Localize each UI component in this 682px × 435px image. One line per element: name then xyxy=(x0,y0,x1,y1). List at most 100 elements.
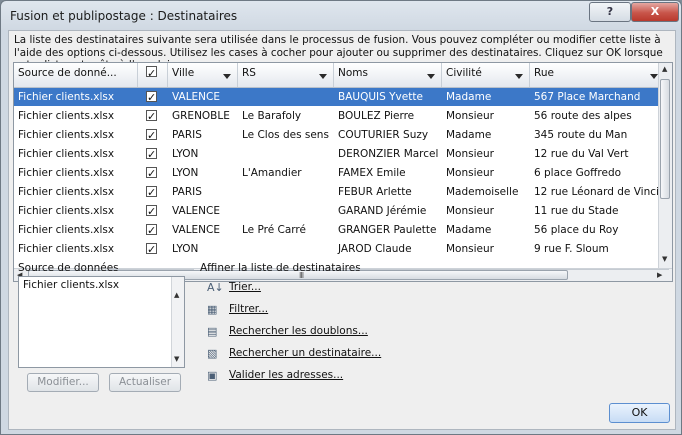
include-checkbox[interactable] xyxy=(146,127,157,144)
cell-rue: 6 place Goffredo xyxy=(534,167,622,179)
cell-ville: VALENCE xyxy=(172,91,220,103)
list-scrollbar[interactable]: ▲ ▼ xyxy=(171,277,184,367)
cell-civilite: Monsieur xyxy=(446,148,494,160)
cell-source: Fichier clients.xlsx xyxy=(18,186,115,198)
cell-source: Fichier clients.xlsx xyxy=(18,110,115,122)
cell-check xyxy=(138,183,168,201)
cell-civilite: Monsieur xyxy=(446,167,494,179)
cell-civilite: Mademoiselle xyxy=(446,186,519,198)
table-row[interactable]: Fichier clients.xlsx GRENOBLE Le Barafoly B… xyxy=(14,107,672,125)
cell-noms: BAUQUIS Yvette xyxy=(338,91,423,103)
filter-link[interactable]: Filtrer... xyxy=(229,303,268,315)
cell-rs xyxy=(238,145,334,163)
column-header-rue[interactable]: Rue xyxy=(530,63,665,87)
cell-ville: LYON xyxy=(172,148,199,160)
title-bar: Fusion et publipostage : Destinataires ?… xyxy=(1,1,681,29)
refine-section-label: Affiner la liste de destinataires xyxy=(200,262,361,274)
select-all-checkbox[interactable] xyxy=(146,64,157,84)
source-section-label: Source de données xyxy=(18,262,119,274)
column-header-noms[interactable]: Noms xyxy=(334,63,442,87)
cell-rue: 11 rue du Stade xyxy=(534,205,619,217)
include-checkbox[interactable] xyxy=(146,241,157,258)
table-row[interactable]: Fichier clients.xlsx PARIS FEBUR Arlette Ma… xyxy=(14,183,672,201)
scroll-down-icon[interactable]: ▼ xyxy=(662,255,667,263)
cell-rue: 56 place du Roy xyxy=(534,224,619,236)
recipients-table[interactable]: Source de donné... Ville RS Noms Civilit… xyxy=(13,62,673,282)
cell-rue: 345 route du Man xyxy=(534,129,628,141)
cell-civilite: Madame xyxy=(446,129,492,141)
validate-address-icon: ▣ xyxy=(207,369,218,382)
table-row[interactable]: Fichier clients.xlsx PARIS Le Clos des sen… xyxy=(14,126,672,144)
column-header-check[interactable] xyxy=(138,63,168,87)
cell-source: Fichier clients.xlsx xyxy=(18,167,115,179)
cell-ville: GRENOBLE xyxy=(172,110,230,122)
table-header: Source de donné... Ville RS Noms Civilit… xyxy=(14,63,672,88)
column-header-ville[interactable]: Ville xyxy=(168,63,238,87)
data-source-list[interactable]: Fichier clients.xlsx ▲ ▼ xyxy=(18,276,185,368)
cell-rue: 9 rue F. Sloum xyxy=(534,243,609,255)
column-header-rs[interactable]: RS xyxy=(238,63,334,87)
cell-civilite: Monsieur xyxy=(446,205,494,217)
help-button[interactable]: ? xyxy=(589,2,631,22)
cell-rs: Le Pré Carré xyxy=(242,224,306,236)
table-row[interactable]: Fichier clients.xlsx VALENCE Le Pré Carré G… xyxy=(14,221,672,239)
cell-noms: GARAND Jérémie xyxy=(338,205,427,217)
column-header-civilite[interactable]: Civilité xyxy=(442,63,530,87)
cell-ville: VALENCE xyxy=(172,224,220,236)
cell-rue: 567 Place Marchand xyxy=(534,91,641,103)
scroll-up-icon[interactable]: ▲ xyxy=(662,65,667,73)
duplicates-icon: ▤ xyxy=(207,325,218,338)
find-recipient-icon: ▧ xyxy=(207,347,218,360)
table-row[interactable]: Fichier clients.xlsx VALENCE GARAND Jérémi… xyxy=(14,202,672,220)
cell-check xyxy=(138,88,168,106)
validate-addresses-link[interactable]: Valider les adresses... xyxy=(229,369,343,381)
divider xyxy=(109,269,194,270)
find-recipient-link[interactable]: Rechercher un destinataire... xyxy=(229,347,381,359)
cell-source: Fichier clients.xlsx xyxy=(18,148,115,160)
scroll-right-icon[interactable]: ▶ xyxy=(657,271,662,279)
table-row[interactable]: Fichier clients.xlsx LYON L'Amandier FAMEX … xyxy=(14,164,672,182)
scroll-down-icon[interactable]: ▼ xyxy=(174,355,179,363)
list-item[interactable]: Fichier clients.xlsx xyxy=(19,277,184,293)
include-checkbox[interactable] xyxy=(146,146,157,163)
table-row[interactable]: Fichier clients.xlsx VALENCE BAUQUIS Yvett… xyxy=(14,88,672,106)
dropdown-arrow-icon[interactable] xyxy=(650,74,658,79)
close-button[interactable]: X xyxy=(631,2,679,22)
vertical-scrollbar[interactable]: ▲ ▼ xyxy=(658,63,672,268)
include-checkbox[interactable] xyxy=(146,165,157,182)
include-checkbox[interactable] xyxy=(146,222,157,239)
cell-ville: VALENCE xyxy=(172,205,220,217)
cell-rue: 12 rue Léonard de Vinci xyxy=(534,186,659,198)
cell-civilite: Madame xyxy=(446,224,492,236)
cell-check xyxy=(138,145,168,163)
include-checkbox[interactable] xyxy=(146,203,157,220)
include-checkbox[interactable] xyxy=(146,108,157,125)
table-row[interactable]: Fichier clients.xlsx LYON DERONZIER Marcel… xyxy=(14,145,672,163)
cell-noms: JAROD Claude xyxy=(338,243,412,255)
cell-noms: GRANGER Paulette xyxy=(338,224,437,236)
cell-noms: FAMEX Emile xyxy=(338,167,406,179)
cell-noms: COUTURIER Suzy xyxy=(338,129,429,141)
dropdown-arrow-icon[interactable] xyxy=(319,74,327,79)
sort-link[interactable]: Trier... xyxy=(229,281,261,293)
dropdown-arrow-icon[interactable] xyxy=(427,74,435,79)
include-checkbox[interactable] xyxy=(146,184,157,201)
modify-button[interactable]: Modifier... xyxy=(27,373,99,392)
filter-icon: ▦ xyxy=(207,303,218,316)
cell-source: Fichier clients.xlsx xyxy=(18,129,115,141)
refresh-button[interactable]: Actualiser xyxy=(109,373,181,392)
cell-check xyxy=(138,221,168,239)
ok-button[interactable]: OK xyxy=(609,403,670,423)
cell-rs xyxy=(238,183,334,201)
vertical-scroll-thumb[interactable] xyxy=(660,79,670,199)
find-duplicates-link[interactable]: Rechercher les doublons... xyxy=(229,325,368,337)
dropdown-arrow-icon[interactable] xyxy=(223,74,231,79)
column-header-source[interactable]: Source de donné... xyxy=(14,63,138,87)
cell-check xyxy=(138,164,168,182)
cell-source: Fichier clients.xlsx xyxy=(18,91,115,103)
scroll-up-icon[interactable]: ▲ xyxy=(174,291,179,299)
include-checkbox[interactable] xyxy=(146,89,157,106)
divider xyxy=(354,269,669,270)
table-row[interactable]: Fichier clients.xlsx LYON JAROD Claude Mons… xyxy=(14,240,672,258)
dropdown-arrow-icon[interactable] xyxy=(515,74,523,79)
